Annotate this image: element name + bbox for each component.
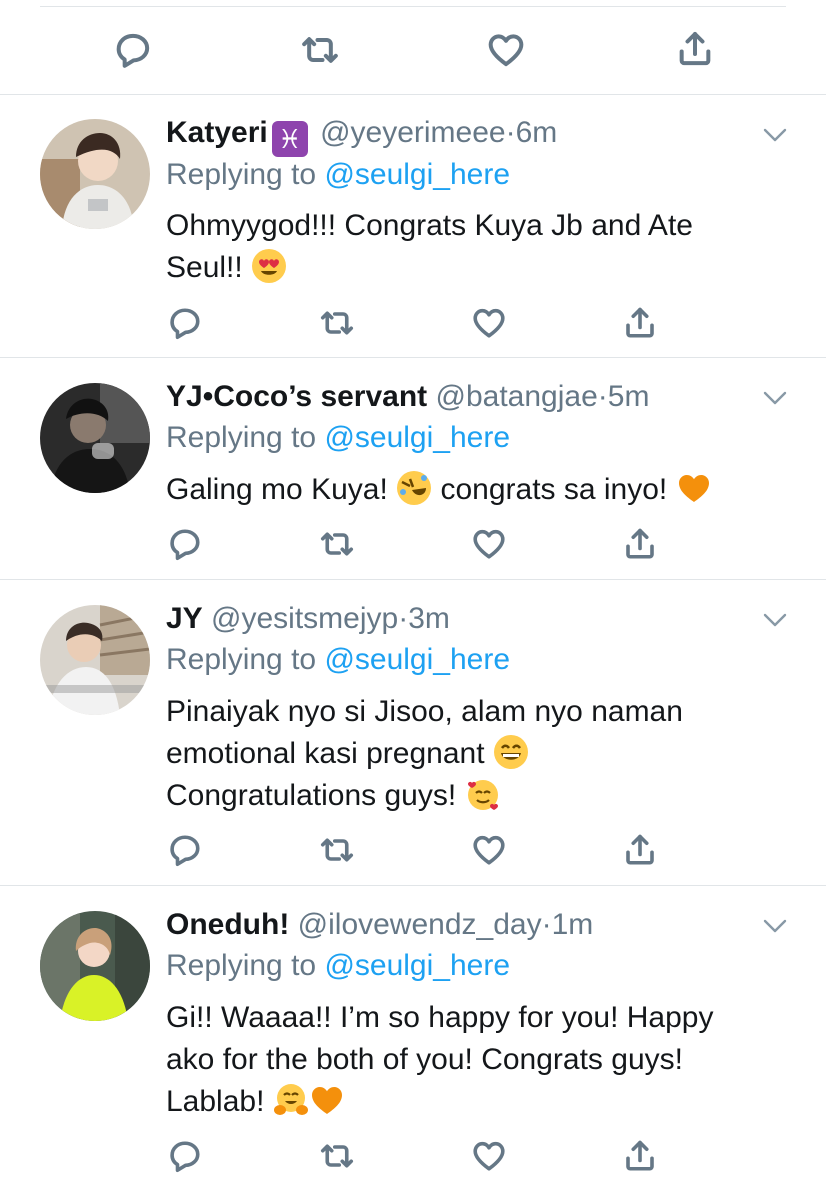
display-name[interactable]: JY [166,602,203,635]
heart-icon[interactable] [469,524,509,564]
avatar[interactable] [40,605,150,715]
reply-icon[interactable] [165,524,205,564]
orange-heart-emoji [676,470,712,506]
reply-icon[interactable] [112,29,154,71]
replying-to-label: Replying to [166,421,317,454]
replying-to-label: Replying to [166,643,317,676]
mention-link[interactable]: @seulgi_here [324,949,510,982]
tweet-header: Katyeri ♓ @yeyerimeee·6m [166,115,557,157]
tweet[interactable]: Oneduh! @ilovewendz_day·1m Replying to @… [0,886,826,1189]
reply-icon[interactable] [165,830,205,870]
replying-to-label: Replying to [166,949,317,982]
tweet[interactable]: Katyeri ♓ @yeyerimeee·6m Replying to @seu… [0,95,826,358]
display-name[interactable]: YJ•Coco’s servant [166,380,427,413]
timestamp[interactable]: 5m [608,380,650,413]
tweet-actions [0,524,826,564]
text-line: Pinaiyak nyo si Jisoo, alam nyo naman [166,695,683,728]
heart-icon[interactable] [469,1136,509,1176]
chevron-down-icon[interactable] [762,918,788,934]
heart-icon[interactable] [469,303,509,343]
share-icon[interactable] [674,28,716,70]
text-line: Ohmyygod!!! Congrats Kuya Jb and Ate [166,209,693,242]
tweet-text: Gi!! Waaaa!! I’m so happy for you! Happy… [166,997,786,1123]
mention-link[interactable]: @seulgi_here [324,158,510,191]
tweet-text: Galing mo Kuya! congrats sa inyo! [166,469,786,511]
mention-link[interactable]: @seulgi_here [324,421,510,454]
separator-dot: · [505,116,516,149]
retweet-icon[interactable] [317,524,357,564]
avatar[interactable] [40,383,150,493]
timestamp[interactable]: 3m [408,602,450,635]
display-name[interactable]: Oneduh! [166,908,289,941]
chevron-down-icon[interactable] [762,127,788,143]
avatar[interactable] [40,119,150,229]
tweet-actions [0,830,826,870]
hugging-emoji [273,1082,309,1118]
divider [40,6,786,7]
retweet-icon[interactable] [317,1136,357,1176]
tweet-header: Oneduh! @ilovewendz_day·1m [166,907,593,943]
tweet-actions [0,1136,826,1176]
display-name[interactable]: Katyeri [166,116,268,149]
handle[interactable]: @yesitsmejyp [211,602,398,635]
replying-to-label: Replying to [166,158,317,191]
text-segment: Galing mo Kuya! [166,473,388,506]
text-line: ako for the both of you! Congrats guys! [166,1043,683,1076]
text-line: Seul!! [166,251,243,284]
tweet[interactable]: JY @yesitsmejyp·3m Replying to @seulgi_h… [0,580,826,886]
reply-icon[interactable] [165,303,205,343]
smiling-hearts-emoji [465,776,501,812]
handle[interactable]: @yeyerimeee [320,116,506,149]
handle[interactable]: @ilovewendz_day [298,908,542,941]
chevron-down-icon[interactable] [762,390,788,406]
retweet-icon[interactable] [317,830,357,870]
rolling-laughing-emoji [396,470,432,506]
handle[interactable]: @batangjae [436,380,598,413]
tweet-header: YJ•Coco’s servant @batangjae·5m [166,379,649,415]
heart-icon[interactable] [485,29,527,71]
timestamp[interactable]: 1m [552,908,594,941]
retweet-icon[interactable] [317,303,357,343]
mention-link[interactable]: @seulgi_here [324,643,510,676]
avatar[interactable] [40,911,150,1021]
replying-to: Replying to @seulgi_here [166,420,510,456]
previous-tweet-actions [0,0,826,95]
grinning-emoji [493,734,529,770]
retweet-icon[interactable] [298,29,342,71]
text-segment: congrats sa inyo! [440,473,668,506]
separator-dot: · [398,602,409,635]
heart-eyes-emoji [251,248,287,284]
replying-to: Replying to @seulgi_here [166,157,510,193]
pisces-icon: ♓ [271,121,308,157]
replying-to: Replying to @seulgi_here [166,642,510,678]
orange-heart-emoji [309,1082,345,1118]
heart-icon[interactable] [469,830,509,870]
separator-dot: · [597,380,608,413]
timestamp[interactable]: 6m [516,116,558,149]
share-icon[interactable] [620,524,660,564]
share-icon[interactable] [620,303,660,343]
text-line: Congratulations guys! [166,779,457,812]
text-line: emotional kasi pregnant [166,737,485,770]
chevron-down-icon[interactable] [762,612,788,628]
tweet-text: Ohmyygod!!! Congrats Kuya Jb and Ate Seu… [166,205,786,289]
text-line: Lablab! [166,1085,265,1118]
text-line: Gi!! Waaaa!! I’m so happy for you! Happy [166,1001,714,1034]
share-icon[interactable] [620,830,660,870]
tweet-header: JY @yesitsmejyp·3m [166,601,450,637]
replying-to: Replying to @seulgi_here [166,948,510,984]
reply-icon[interactable] [165,1136,205,1176]
tweet-actions [0,303,826,343]
tweet-text: Pinaiyak nyo si Jisoo, alam nyo naman em… [166,691,786,817]
share-icon[interactable] [620,1136,660,1176]
separator-dot: · [541,908,552,941]
tweet[interactable]: YJ•Coco’s servant @batangjae·5m Replying… [0,358,826,580]
